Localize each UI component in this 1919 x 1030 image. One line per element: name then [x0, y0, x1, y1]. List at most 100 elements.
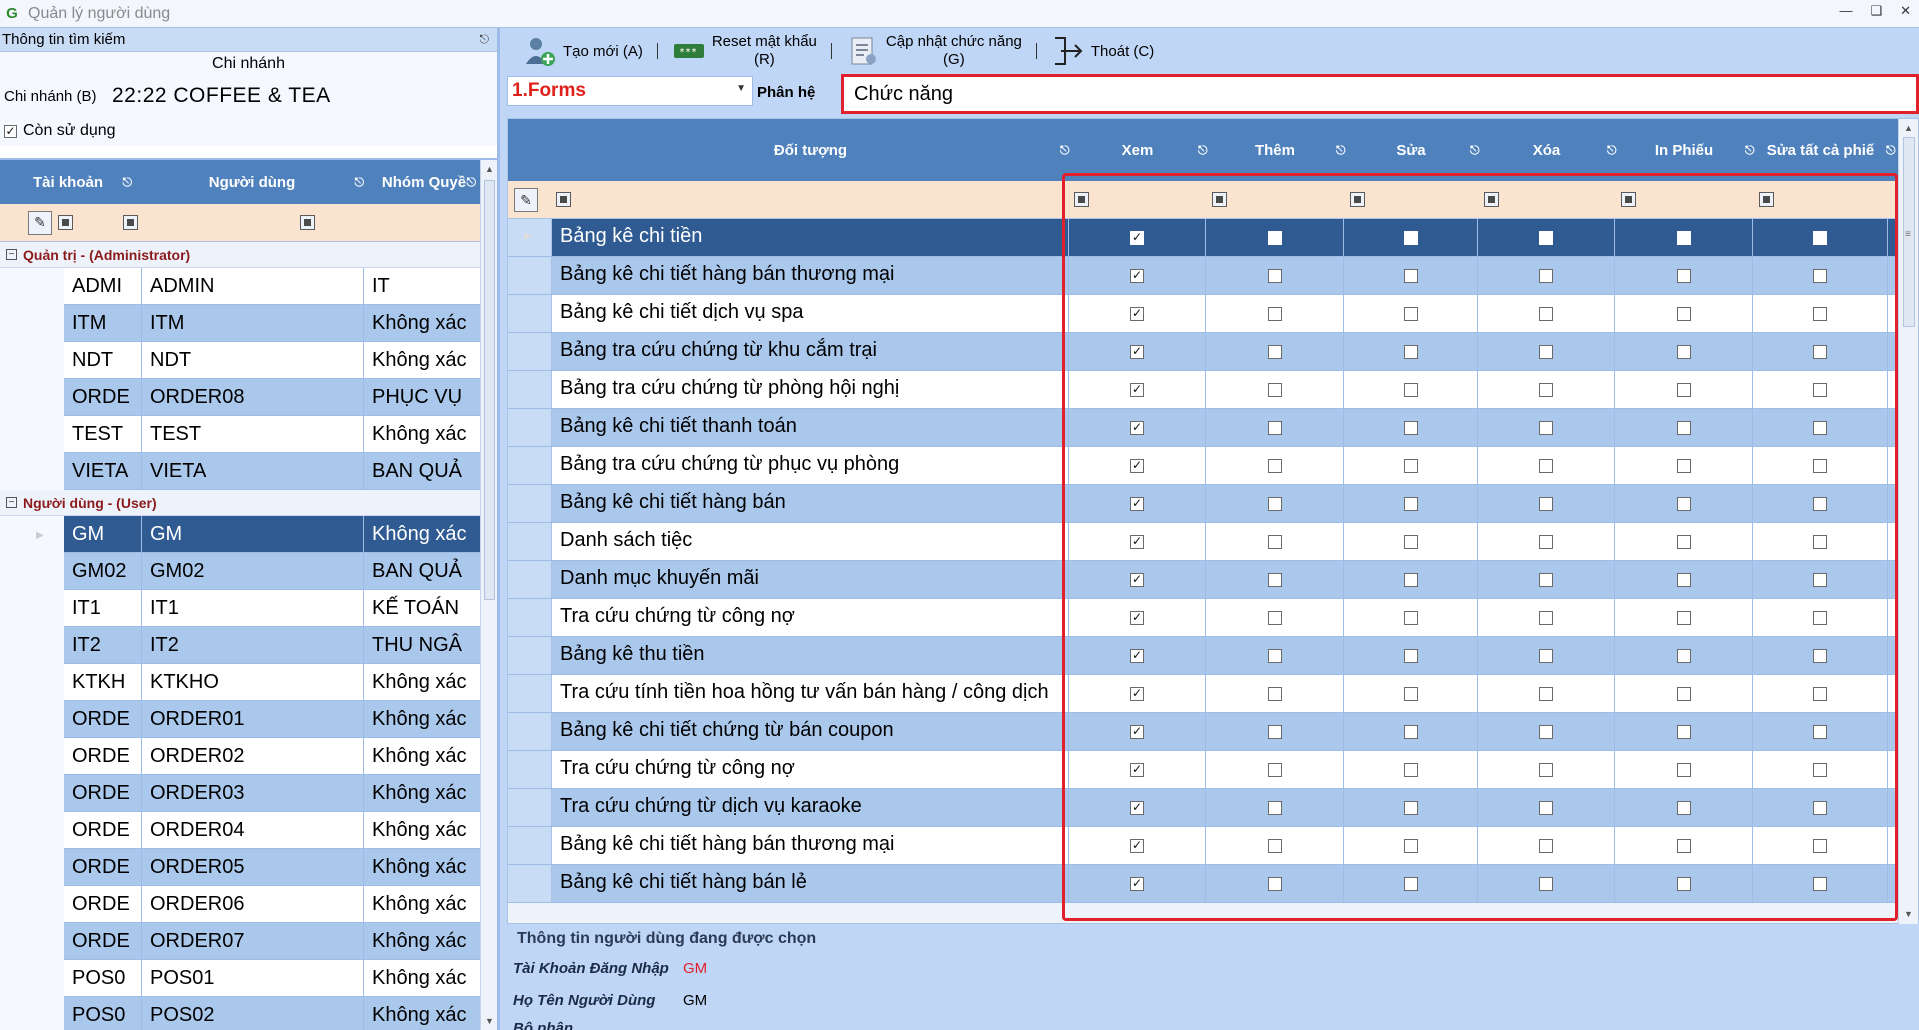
- permission-checkbox[interactable]: [1403, 344, 1418, 359]
- collapse-icon[interactable]: −: [6, 249, 17, 260]
- permission-checkbox[interactable]: ✓: [1130, 268, 1144, 283]
- row-indicator[interactable]: [508, 371, 552, 408]
- permission-checkbox[interactable]: ✓: [1130, 724, 1144, 739]
- table-row[interactable]: Bảng kê chi tiết hàng bán lẻ ✓: [508, 865, 1898, 903]
- permission-checkbox[interactable]: [1267, 458, 1282, 473]
- permission-checkbox[interactable]: [1539, 382, 1553, 397]
- permission-checkbox[interactable]: [1676, 800, 1691, 815]
- permission-checkbox[interactable]: [1403, 610, 1418, 625]
- permission-checkbox[interactable]: [1267, 838, 1282, 853]
- permission-checkbox[interactable]: [1403, 838, 1418, 853]
- filter-account-icon[interactable]: [58, 215, 73, 230]
- permission-checkbox[interactable]: [1539, 686, 1553, 701]
- table-row[interactable]: IT1 IT1 KẾ TOÁN: [64, 590, 480, 627]
- permission-checkbox[interactable]: [1813, 534, 1827, 549]
- permission-checkbox[interactable]: [1267, 268, 1282, 283]
- table-row[interactable]: Bảng kê chi tiết hàng bán ✓: [508, 485, 1898, 523]
- permission-checkbox[interactable]: [1267, 382, 1282, 397]
- permission-checkbox[interactable]: [1403, 230, 1418, 245]
- table-row[interactable]: Tra cứu chứng từ dịch vụ karaoke ✓: [508, 789, 1898, 827]
- filter-add-icon[interactable]: [1212, 192, 1227, 207]
- column-pin-icon[interactable]: ⎋: [123, 175, 133, 190]
- filter-print-icon[interactable]: [1621, 192, 1636, 207]
- table-row[interactable]: GM GM Không xác: [64, 516, 480, 553]
- filter-editall-icon[interactable]: [1759, 192, 1774, 207]
- permission-checkbox[interactable]: [1676, 686, 1691, 701]
- permission-checkbox[interactable]: [1267, 686, 1282, 701]
- permission-checkbox[interactable]: ✓: [1130, 610, 1144, 625]
- scroll-down-icon[interactable]: ▼: [485, 1016, 494, 1026]
- row-indicator[interactable]: [508, 827, 552, 864]
- permission-checkbox[interactable]: [1539, 800, 1553, 815]
- column-pin-icon[interactable]: ⎋: [355, 175, 365, 190]
- permission-checkbox[interactable]: [1403, 648, 1418, 663]
- module-select[interactable]: 1.Forms ▼: [507, 76, 753, 106]
- permission-checkbox[interactable]: ✓: [1130, 496, 1144, 511]
- permission-checkbox[interactable]: [1403, 458, 1418, 473]
- col-print-header[interactable]: In Phiếu: [1615, 119, 1753, 181]
- table-row[interactable]: ORDE ORDER03 Không xác: [64, 775, 480, 812]
- permission-checkbox[interactable]: [1539, 230, 1553, 245]
- col-group-header[interactable]: Nhóm Quyề ⎋: [368, 160, 480, 204]
- permission-checkbox[interactable]: [1676, 458, 1691, 473]
- group-row[interactable]: − Người dùng - (User): [0, 490, 480, 516]
- permission-checkbox[interactable]: [1267, 648, 1282, 663]
- table-row[interactable]: Danh mục khuyến mãi ✓: [508, 561, 1898, 599]
- permission-checkbox[interactable]: [1813, 230, 1827, 245]
- permission-checkbox[interactable]: [1813, 420, 1827, 435]
- row-indicator[interactable]: [508, 447, 552, 484]
- permission-checkbox[interactable]: [1813, 306, 1827, 321]
- permission-checkbox[interactable]: [1676, 306, 1691, 321]
- permission-checkbox[interactable]: [1539, 496, 1553, 511]
- scroll-up-icon[interactable]: ▲: [1904, 123, 1913, 133]
- filter-view-icon[interactable]: [1074, 192, 1089, 207]
- permission-checkbox[interactable]: ✓: [1130, 648, 1144, 663]
- table-row[interactable]: ORDE ORDER05 Không xác: [64, 849, 480, 886]
- filter-delete-icon[interactable]: [1484, 192, 1499, 207]
- permission-checkbox[interactable]: [1403, 876, 1418, 891]
- permission-checkbox[interactable]: [1267, 762, 1282, 777]
- permission-checkbox[interactable]: [1403, 572, 1418, 587]
- permission-checkbox[interactable]: [1813, 572, 1827, 587]
- permission-checkbox[interactable]: [1539, 268, 1553, 283]
- filter-object-icon[interactable]: [556, 192, 571, 207]
- table-row[interactable]: ORDE ORDER02 Không xác: [64, 738, 480, 775]
- table-row[interactable]: IT2 IT2 THU NGÂ: [64, 627, 480, 664]
- close-icon[interactable]: ✕: [1900, 3, 1911, 19]
- permission-checkbox[interactable]: [1539, 762, 1553, 777]
- new-button[interactable]: Tạo mới (A): [523, 28, 643, 74]
- row-indicator[interactable]: ▶: [508, 219, 552, 256]
- permission-checkbox[interactable]: ✓: [1130, 534, 1144, 549]
- permission-checkbox[interactable]: [1539, 838, 1553, 853]
- permission-checkbox[interactable]: [1813, 610, 1827, 625]
- permission-checkbox[interactable]: [1267, 876, 1282, 891]
- permission-checkbox[interactable]: [1267, 610, 1282, 625]
- permission-checkbox[interactable]: [1539, 534, 1553, 549]
- permission-checkbox[interactable]: [1267, 534, 1282, 549]
- update-function-button[interactable]: Cập nhật chức năng (G): [846, 28, 1022, 74]
- permission-grid-scrollbar[interactable]: ▲ ≡ ▼: [1898, 119, 1918, 925]
- permission-checkbox[interactable]: [1403, 496, 1418, 511]
- table-row[interactable]: ORDE ORDER08 PHỤC VỤ: [64, 379, 480, 416]
- table-row[interactable]: Tra cứu tính tiền hoa hồng tư vấn bán hà…: [508, 675, 1898, 713]
- permission-checkbox[interactable]: [1539, 420, 1553, 435]
- branch-select[interactable]: 22:22 COFFEE & TEA: [112, 84, 331, 108]
- table-row[interactable]: Bảng kê chi tiết hàng bán thương mại ✓: [508, 827, 1898, 865]
- permission-checkbox[interactable]: ✓: [1130, 382, 1144, 397]
- permission-checkbox[interactable]: [1539, 458, 1553, 473]
- row-indicator[interactable]: [508, 865, 552, 902]
- table-row[interactable]: Bảng kê chi tiết dịch vụ spa ✓: [508, 295, 1898, 333]
- permission-checkbox[interactable]: ✓: [1130, 838, 1144, 853]
- row-indicator[interactable]: [508, 485, 552, 522]
- collapse-icon[interactable]: −: [6, 497, 17, 508]
- permission-checkbox[interactable]: [1813, 838, 1827, 853]
- col-edit-header[interactable]: Sửa: [1344, 119, 1478, 181]
- col-view-header[interactable]: Xem: [1069, 119, 1206, 181]
- filter-edit-icon[interactable]: ✎: [514, 188, 538, 212]
- permission-checkbox[interactable]: [1813, 686, 1827, 701]
- table-row[interactable]: Tra cứu chứng từ công nợ ✓: [508, 599, 1898, 637]
- scroll-thumb[interactable]: [484, 180, 495, 600]
- filter-group-icon[interactable]: [300, 215, 315, 230]
- column-pin-icon[interactable]: ⎋: [467, 175, 477, 190]
- col-editall-header[interactable]: Sửa tất cả phiế: [1753, 119, 1888, 181]
